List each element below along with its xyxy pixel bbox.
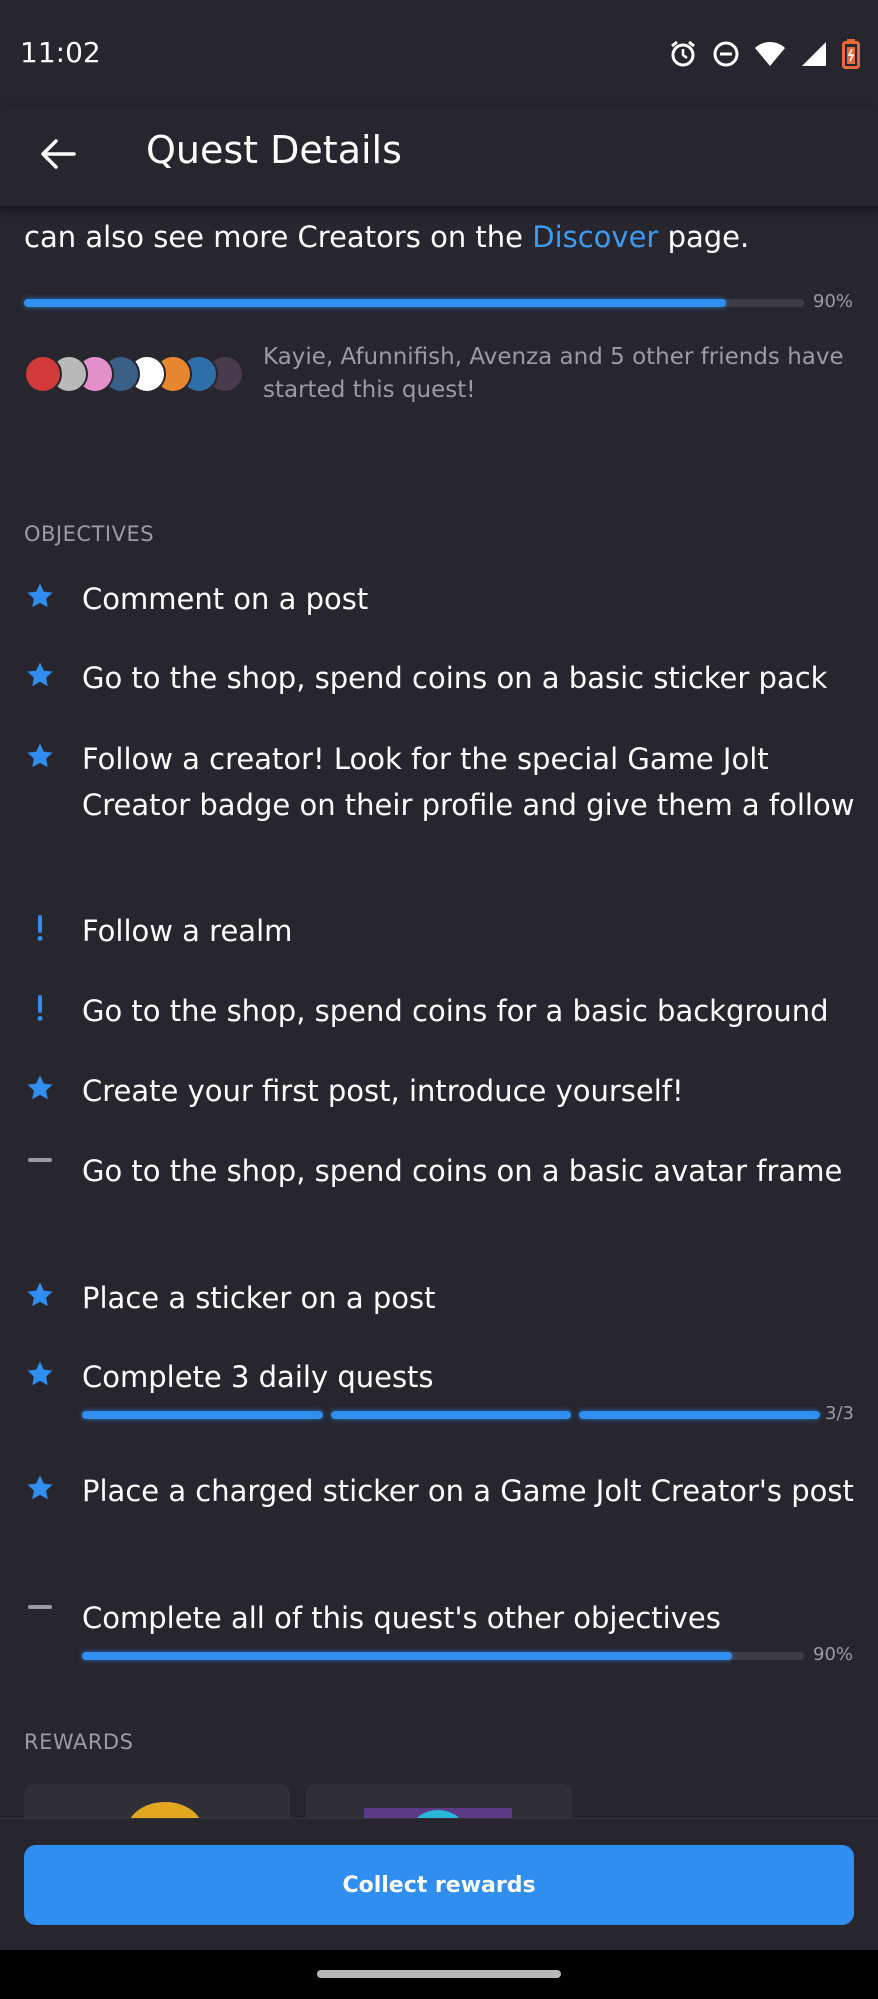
dash-icon [26, 1601, 54, 1629]
home-gesture-handle[interactable] [317, 1970, 561, 1978]
wifi-icon [754, 41, 786, 67]
objective-text: Go to the shop, spend coins on a basic s… [82, 661, 828, 695]
objective-text: Follow a creator! Look for the special G… [82, 742, 855, 822]
objective-progress-label: 90% [813, 1644, 854, 1665]
objective-progress-bar [82, 1652, 804, 1660]
objective-progress-label: 3/3 [825, 1403, 854, 1424]
discover-link[interactable]: Discover [532, 220, 658, 254]
friends-started-text: Kayie, Afunnifish, Avenza and 5 other fr… [263, 344, 844, 403]
collect-rewards-button[interactable]: Collect rewards [24, 1845, 854, 1925]
back-button[interactable] [36, 132, 80, 176]
system-navigation-bar [0, 1950, 878, 1999]
objective-progress-segment [82, 1411, 323, 1419]
exclamation-icon [26, 914, 54, 942]
cell-signal-icon [800, 40, 828, 68]
status-icons [668, 36, 860, 72]
objective-progress-fill [82, 1652, 732, 1660]
objective-text: Complete 3 daily quests [82, 1360, 434, 1394]
exclamation-icon [26, 994, 54, 1022]
objective-text: Follow a realm [82, 914, 293, 948]
objective-progress-segment [330, 1411, 572, 1419]
quest-progress-fill [24, 299, 726, 307]
friend-avatars[interactable] [24, 355, 254, 393]
description-text: can also see more Creators on the [24, 220, 533, 254]
star-icon [26, 742, 54, 770]
star-icon [26, 1360, 54, 1388]
objective-text: Place a sticker on a post [82, 1281, 436, 1315]
do-not-disturb-icon [712, 40, 740, 68]
objective-text: Create your first post, introduce yourse… [82, 1074, 684, 1108]
page-title: Quest Details [146, 128, 402, 172]
status-bar: 11:02 [0, 0, 878, 108]
quest-progress-label: 90% [813, 291, 854, 312]
objective-progress-segment [579, 1411, 820, 1419]
star-icon [26, 1074, 54, 1102]
star-icon [26, 661, 54, 689]
objective-text: Complete all of this quest's other objec… [82, 1601, 721, 1635]
star-icon [26, 1281, 54, 1309]
dash-icon [26, 1154, 54, 1182]
status-time: 11:02 [20, 36, 101, 69]
app-bar: Quest Details [0, 108, 878, 206]
battery-icon [842, 39, 860, 69]
description-text-end: page. [658, 220, 750, 254]
alarm-icon [668, 39, 698, 69]
arrow-left-icon [41, 139, 76, 169]
bottom-action-bar: Collect rewards [0, 1818, 878, 1951]
objectives-header: OBJECTIVES [24, 522, 155, 546]
star-icon [26, 582, 54, 610]
rewards-header: REWARDS [24, 1730, 134, 1754]
objective-text: Place a charged sticker on a Game Jolt C… [82, 1474, 854, 1508]
star-icon [26, 1474, 54, 1502]
friend-avatar[interactable] [24, 355, 62, 393]
objective-text: Go to the shop, spend coins on a basic a… [82, 1154, 843, 1188]
quest-progress-bar [24, 299, 804, 307]
objective-text: Comment on a post [82, 582, 369, 616]
objective-text: Go to the shop, spend coins for a basic … [82, 994, 829, 1028]
quest-description: can also see more Creators on the Discov… [24, 220, 749, 254]
